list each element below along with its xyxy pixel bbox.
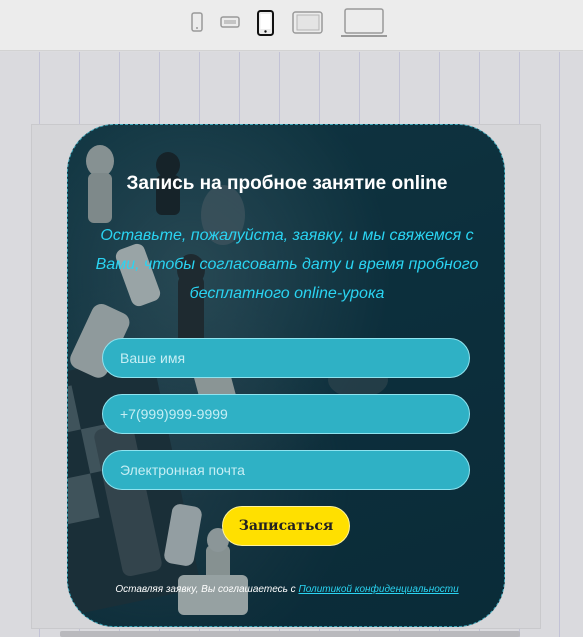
consent-text: Оставляя заявку, Вы соглашаетесь с	[115, 584, 299, 595]
form-title: Запись на пробное занятие online	[126, 173, 448, 194]
form-subtitle: Оставьте, пожалуйста, заявку, и мы свяже…	[95, 227, 479, 302]
tablet-landscape-icon[interactable]	[292, 11, 323, 34]
submit-button[interactable]: Записаться	[222, 506, 350, 546]
phone-icon[interactable]	[257, 10, 274, 36]
phone-input[interactable]	[102, 394, 470, 434]
consent-note: Оставляя заявку, Вы соглашаетесь с Полит…	[68, 584, 504, 595]
privacy-policy-link[interactable]: Политикой конфиденциальности	[298, 584, 458, 595]
device-toolbar	[0, 0, 583, 51]
name-input[interactable]	[102, 338, 470, 378]
phone-small-icon[interactable]	[191, 12, 203, 32]
horizontal-scrollbar[interactable]	[60, 631, 520, 637]
laptop-icon[interactable]	[340, 8, 388, 38]
phone-landscape-icon[interactable]	[220, 16, 240, 28]
signup-form-card: Запись на пробное занятие online Оставьт…	[67, 124, 505, 627]
email-input[interactable]	[102, 450, 470, 490]
